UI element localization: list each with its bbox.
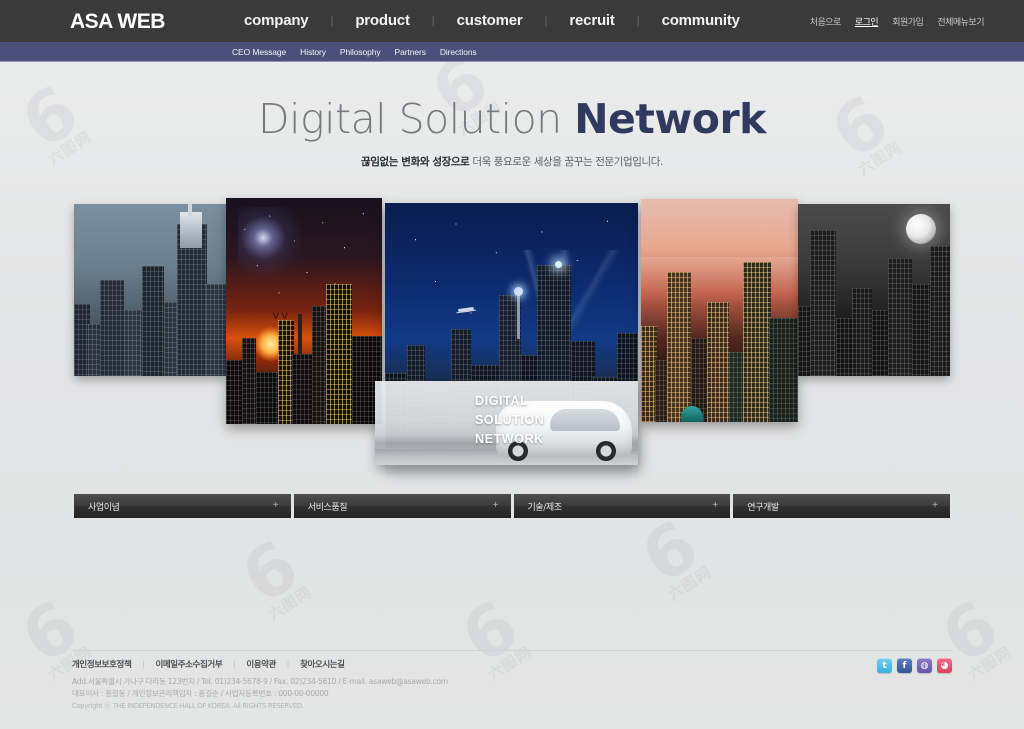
- quick-link-technology-manufacturing[interactable]: 기술/제조 +: [513, 494, 731, 518]
- sub-navigation-bar: CEO Message History Philosophy Partners …: [0, 42, 1024, 62]
- quick-link-label: 연구개발: [747, 502, 779, 513]
- util-link-home[interactable]: 처음으로: [810, 15, 842, 28]
- gallery-image-warm-sunset-city[interactable]: warm-sunset-city: [641, 199, 798, 422]
- watermark: 6 六图网: [227, 526, 316, 625]
- overlay-caption-line3: NETWORK: [475, 432, 544, 446]
- car-window-decoration: [550, 409, 620, 431]
- footer-social-icons: t f ◍ ◕: [877, 658, 952, 673]
- subnav-item-partners[interactable]: Partners: [395, 47, 426, 57]
- me2day-icon[interactable]: ◍: [917, 658, 932, 673]
- overlay-caption-line2: SOLUTION: [475, 413, 545, 427]
- quick-link-business-philosophy[interactable]: 사업이념 +: [74, 494, 291, 518]
- plus-icon: +: [492, 500, 499, 511]
- watermark-text: 六图网: [484, 642, 535, 684]
- image-gallery: blue-grey-skyscrapers ᐯ ᐯ starry-sunset-…: [0, 0, 1024, 500]
- gallery-image-blue-grey-skyscrapers[interactable]: blue-grey-skyscrapers: [74, 204, 226, 376]
- subnav-item-directions[interactable]: Directions: [440, 47, 477, 57]
- facebook-icon[interactable]: f: [897, 658, 912, 673]
- util-link-signup[interactable]: 회원가입: [892, 15, 924, 28]
- main-navigation: company | product | customer | recruit |…: [222, 0, 762, 42]
- antenna-decoration: [517, 291, 520, 339]
- cyworld-icon[interactable]: ◕: [937, 658, 952, 673]
- quick-link-label: 서비스품질: [307, 502, 348, 513]
- quick-link-service-quality[interactable]: 서비스품질 +: [293, 494, 511, 518]
- footer-link-terms-of-use[interactable]: 이용약관: [246, 658, 276, 670]
- watermark-mark: 6: [227, 526, 310, 620]
- car-wheel-decoration: [596, 441, 616, 461]
- watermark: 6 六图网: [7, 587, 96, 685]
- gallery-overlay-panel[interactable]: DIGITAL SOLUTION NETWORK: [375, 381, 638, 465]
- beacon-light-decoration: [555, 261, 562, 268]
- gallery-image-moonlit-monochrome-city[interactable]: moonlit-monochrome-city: [798, 204, 950, 376]
- nebula-decoration: [238, 207, 311, 284]
- nav-item-company[interactable]: company: [222, 0, 330, 42]
- watermark-text: 六图网: [264, 582, 315, 624]
- quick-link-bars: 사업이념 + 서비스품질 + 기술/제조 + 연구개발 +: [74, 494, 950, 518]
- top-header-bar: ASA WEB company | product | customer | r…: [0, 0, 1024, 42]
- footer-divider-icon: |: [233, 659, 236, 669]
- twitter-icon[interactable]: t: [877, 658, 892, 673]
- util-link-login[interactable]: 로그인: [855, 15, 879, 28]
- footer-divider: [72, 650, 952, 651]
- page-root: 6 六图网 6 六图网 6 六图网 6 六图网 6 六图网 6 六图网 6 六图网 6 六图网 …: [0, 0, 1024, 729]
- footer-divider-icon: |: [142, 659, 145, 669]
- sub-navigation: CEO Message History Philosophy Partners …: [232, 42, 477, 62]
- plus-icon: +: [932, 500, 938, 511]
- footer-link-email-collection-refusal[interactable]: 이메일주소수집거부: [155, 658, 222, 670]
- gallery-image-starry-sunset-city[interactable]: ᐯ ᐯ starry-sunset-city: [226, 198, 382, 424]
- footer-copyright: Copyright ⓒ THE INDEPENDENCE HALL OF KOR…: [72, 702, 304, 710]
- footer-link-privacy-policy[interactable]: 개인정보보호정책: [72, 658, 132, 670]
- plus-icon: +: [712, 500, 719, 511]
- watermark-text: 六图网: [964, 642, 1015, 684]
- watermark-text: 六图网: [664, 562, 715, 604]
- footer-divider-icon: |: [287, 659, 290, 669]
- antenna-decoration: [188, 204, 192, 216]
- subnav-item-history[interactable]: History: [300, 47, 326, 57]
- gallery-reflection: [385, 465, 638, 479]
- quick-link-label: 기술/제조: [527, 502, 563, 513]
- plus-icon: +: [272, 500, 279, 511]
- subnav-item-philosophy[interactable]: Philosophy: [340, 47, 381, 57]
- footer-link-directions[interactable]: 찾아오시는길: [300, 658, 345, 670]
- util-link-sitemap[interactable]: 전체메뉴보기: [937, 15, 984, 28]
- footer-company-details: 대표이사 : 홍길동 / 개인정보관리책임자 : 홍길순 / 사업자등록번호 :…: [72, 688, 329, 698]
- nav-item-product[interactable]: product: [333, 0, 431, 42]
- nav-item-customer[interactable]: customer: [435, 0, 545, 42]
- beacon-light-decoration: [514, 287, 523, 296]
- site-logo[interactable]: ASA WEB: [70, 10, 165, 34]
- moon-icon: [906, 214, 937, 245]
- dome-decoration: [681, 406, 703, 422]
- nav-item-community[interactable]: community: [640, 0, 762, 42]
- quick-link-label: 사업이념: [88, 502, 120, 513]
- footer-company-info: Add.서울특별시 가나구 다라동 123번지 / Tel. 01)234-56…: [72, 676, 448, 713]
- watermark-mark: 6: [627, 506, 710, 600]
- watermark: 6 六图网: [627, 506, 716, 605]
- cloud-decoration: [641, 256, 798, 307]
- tower-spire-decoration: [180, 212, 202, 248]
- overlay-caption-line1: DIGITAL: [475, 394, 529, 408]
- quick-link-research-development[interactable]: 연구개발 +: [733, 494, 950, 518]
- footer-links: 개인정보보호정책 | 이메일주소수집거부 | 이용약관 | 찾아오시는길: [72, 658, 345, 671]
- footer-address: Add.서울특별시 가나구 다라동 123번지 / Tel. 01)234-56…: [72, 677, 448, 686]
- subnav-item-ceo-message[interactable]: CEO Message: [232, 47, 286, 57]
- watermark: 6 六图网: [447, 586, 536, 685]
- nav-item-recruit[interactable]: recruit: [547, 0, 636, 42]
- watermark-mark: 6: [447, 586, 530, 680]
- overlay-caption: DIGITAL SOLUTION NETWORK: [475, 392, 544, 449]
- tower-spire-decoration: [298, 314, 302, 354]
- utility-navigation: 처음으로 로그인 회원가입 전체메뉴보기: [810, 0, 985, 42]
